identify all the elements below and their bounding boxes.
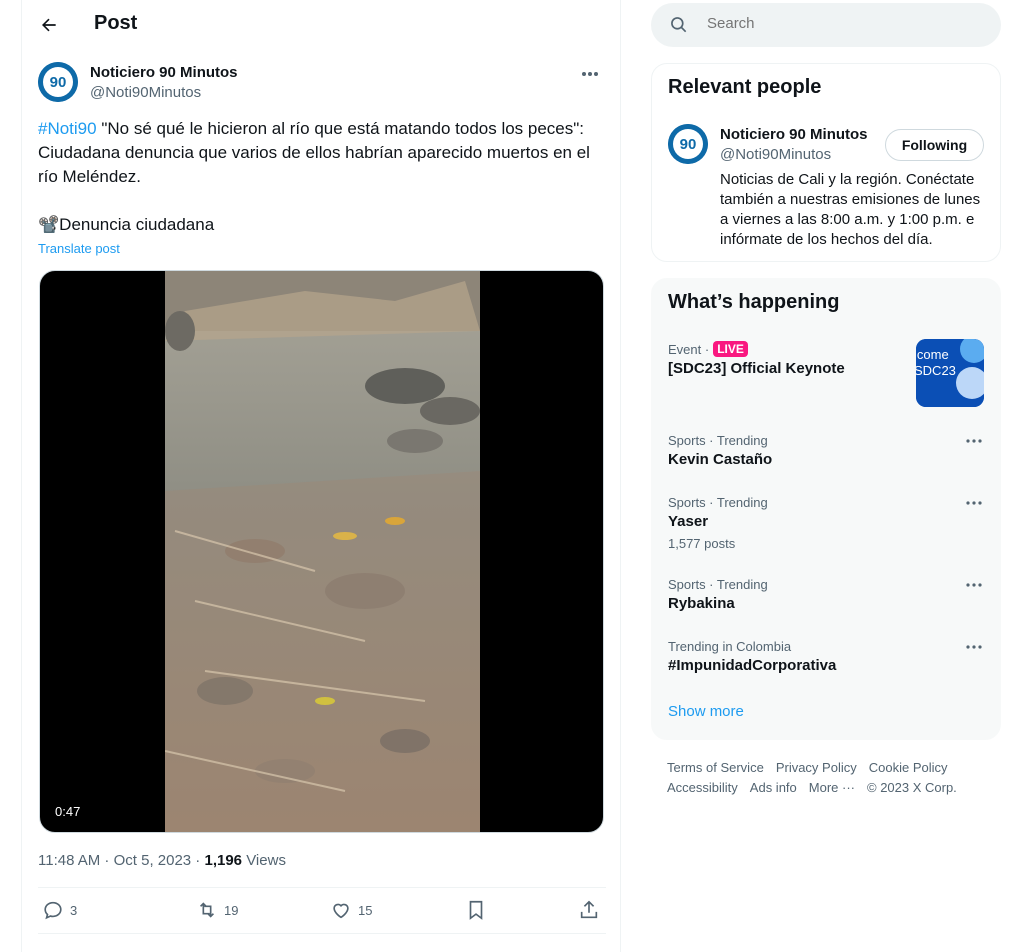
footer-link[interactable]: Accessibility — [667, 780, 738, 795]
thumb-text-1: lcome — [916, 347, 949, 362]
post-text: #Noti90 "No sé qué le hicieron al río qu… — [38, 117, 610, 237]
search-input[interactable] — [707, 15, 977, 32]
relevant-people-card: Relevant people 90 Noticiero 90 Minutos … — [651, 63, 1001, 262]
show-more-link[interactable]: Show more — [668, 703, 744, 720]
event-category: Event · — [668, 341, 710, 357]
video-duration: 0:47 — [50, 803, 86, 820]
footer: Terms of Service Privacy Policy Cookie Pol… — [667, 758, 997, 798]
more-dots-icon — [966, 645, 982, 649]
hashtag-link[interactable]: #Noti90 — [38, 119, 97, 138]
search-icon — [671, 17, 687, 33]
whats-happening-card: What’s happening Event · LIVE [SDC23] Of… — [651, 278, 1001, 740]
like-count: 15 — [358, 902, 373, 918]
trend-name: #ImpunidadCorporativa — [668, 657, 837, 674]
trend-meta: Trending in Colombia — [668, 639, 792, 654]
trend-more-button[interactable] — [962, 495, 986, 511]
trend-count: 1,577 posts — [668, 536, 736, 551]
views-label: Views — [242, 852, 286, 869]
main-column: Post 90 Noticiero 90 Minutos @Noti90Minu… — [21, 0, 621, 952]
repost-button[interactable]: 19 — [196, 899, 238, 921]
following-button[interactable]: Following — [885, 129, 984, 161]
share-icon — [580, 900, 598, 919]
trend-name: Kevin Castaño — [668, 451, 773, 468]
footer-link[interactable]: Cookie Policy — [869, 760, 948, 775]
copyright: © 2023 X Corp. — [867, 780, 957, 795]
video-player[interactable]: 0:47 — [39, 270, 604, 833]
post-meta: 11:48 AM · Oct 5, 2023 · 1,196 Views — [38, 852, 286, 869]
trend-meta: Sports · Trending — [668, 433, 768, 448]
trend-item[interactable]: Sports · Trending Rybakina — [668, 577, 986, 612]
event-thumbnail[interactable]: lcome SDC23 — [916, 339, 984, 407]
bookmark-button[interactable] — [465, 899, 487, 921]
reply-icon — [44, 901, 62, 920]
author-avatar[interactable]: 90 — [38, 62, 78, 102]
trend-name: Yaser — [668, 513, 709, 530]
footer-link[interactable]: Ads info — [750, 780, 797, 795]
page-title: Post — [94, 12, 138, 34]
more-dots-icon — [966, 583, 982, 587]
trend-name: Rybakina — [668, 595, 735, 612]
whats-happening-title: What’s happening — [668, 291, 840, 313]
search-box[interactable] — [651, 3, 1001, 47]
post-more-button[interactable] — [576, 62, 604, 86]
more-dots-icon — [966, 439, 982, 443]
relevant-person-bio: Noticias de Cali y la región. Conéctate … — [720, 171, 981, 248]
arrow-left-icon — [42, 18, 56, 32]
author-handle[interactable]: @Noti90Minutos — [90, 84, 201, 101]
relevant-person-name[interactable]: Noticiero 90 Minutos — [720, 126, 868, 143]
logo-90-icon: 90 — [38, 62, 78, 102]
trend-more-button[interactable] — [962, 639, 986, 655]
trend-meta: Sports · Trending — [668, 577, 768, 592]
footer-link[interactable]: Terms of Service — [667, 760, 764, 775]
trend-item[interactable]: Trending in Colombia #ImpunidadCorporati… — [668, 639, 986, 674]
repost-icon — [199, 902, 215, 918]
footer-more-link[interactable]: More ··· — [809, 780, 855, 795]
repost-count: 19 — [224, 902, 239, 918]
relevant-person-handle[interactable]: @Noti90Minutos — [720, 146, 831, 163]
author-name[interactable]: Noticiero 90 Minutos — [90, 64, 238, 81]
event-image: lcome SDC23 — [916, 339, 984, 407]
logo-90-icon: 90 — [668, 124, 708, 164]
trend-item[interactable]: Sports · Trending Yaser 1,577 posts — [668, 495, 986, 551]
bookmark-icon — [469, 900, 483, 920]
thumb-text-2: SDC23 — [916, 363, 956, 378]
trend-meta: Sports · Trending — [668, 495, 768, 510]
post-body: "No sé qué le hicieron al río que está m… — [38, 119, 590, 234]
more-dots-icon — [582, 72, 598, 76]
relevant-people-title: Relevant people — [668, 76, 822, 98]
video-frame — [165, 271, 480, 832]
author-row: 90 Noticiero 90 Minutos @Noti90Minutos — [38, 62, 606, 106]
reply-count: 3 — [70, 902, 78, 918]
reply-button[interactable]: 3 — [42, 899, 77, 921]
heart-icon — [333, 903, 349, 919]
divider — [38, 933, 606, 934]
views-count: 1,196 — [204, 852, 243, 869]
post-actions: 3 19 15 — [38, 889, 606, 933]
post-header: Post — [22, 0, 620, 50]
footer-link[interactable]: Privacy Policy — [776, 760, 857, 775]
trend-more-button[interactable] — [962, 577, 986, 593]
more-dots-icon — [966, 501, 982, 505]
back-button[interactable] — [34, 10, 64, 40]
like-button[interactable]: 15 — [330, 899, 372, 921]
relevant-person-avatar[interactable]: 90 — [668, 124, 708, 164]
svg-text:90: 90 — [50, 74, 67, 91]
live-badge: LIVE — [713, 341, 748, 357]
trend-more-button[interactable] — [962, 433, 986, 449]
svg-text:90: 90 — [680, 136, 697, 153]
share-button[interactable] — [578, 899, 600, 921]
translate-post-link[interactable]: Translate post — [38, 241, 120, 256]
post-timestamp[interactable]: 11:48 AM · Oct 5, 2023 · — [38, 852, 204, 869]
trend-item[interactable]: Sports · Trending Kevin Castaño — [668, 433, 986, 468]
divider — [38, 887, 606, 888]
